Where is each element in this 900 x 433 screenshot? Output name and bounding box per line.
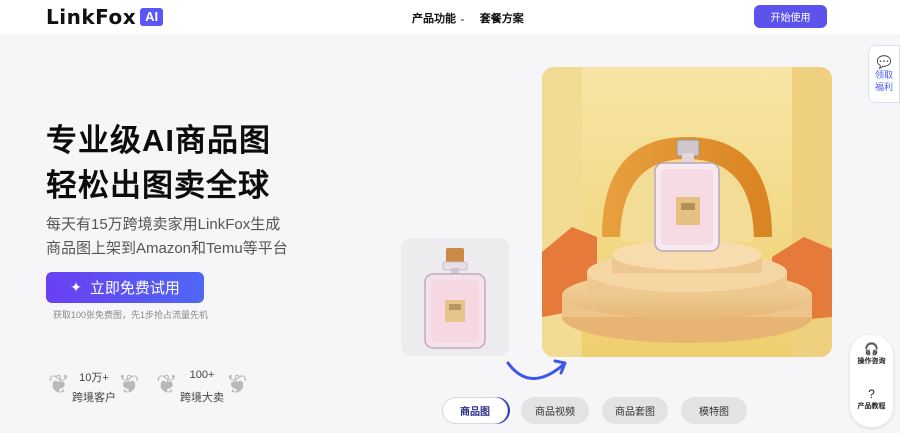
stat-top-sellers: ❦ ❦ 100+ 跨境大卖 (156, 367, 248, 407)
hero-title-line1: 专业级AI商品图 (46, 123, 271, 158)
consult-label: 操作咨询 (857, 358, 886, 365)
sparkle-icon: ✦ (70, 279, 82, 295)
scene-illustration (542, 67, 832, 357)
hero-subtitle-line1: 每天有15万跨境卖家用LinkFox生成 (46, 216, 281, 233)
nav-product-features[interactable]: 产品功能 ⌄ (412, 10, 466, 26)
free-trial-button[interactable]: ✦ 立即免费试用 (46, 272, 204, 303)
top-navbar: LinkFox AI 产品功能 ⌄ 套餐方案 开始使用 (0, 0, 900, 34)
stat-value: 100+ (189, 369, 215, 381)
tab-product-image[interactable]: 商品图 (442, 397, 508, 424)
chat-bubble-icon: 💬 (876, 55, 892, 69)
chevron-down-icon: ⌄ (459, 13, 466, 23)
logo-ai-badge: AI (140, 8, 164, 26)
operation-consult-button[interactable]: 🎧 操作咨询 (850, 342, 893, 366)
help-panel: 🎧 操作咨询 ? 产品教程 (850, 335, 893, 427)
question-icon: ? (868, 387, 875, 401)
tab-product-image-set[interactable]: 商品套图 (602, 397, 668, 424)
hero-subtitle-line2: 商品图上架到Amazon和Temu等平台 (46, 240, 288, 257)
welfare-line2: 福利 (874, 82, 893, 92)
stat-label: 跨境客户 (72, 392, 116, 404)
stat-customers: ❦ ❦ 10万+ 跨境客户 (48, 367, 140, 407)
headset-icon: 🎧 (864, 342, 879, 356)
free-trial-label: 立即免费试用 (89, 280, 180, 297)
logo-text: LinkFox (46, 5, 137, 29)
feature-tabs: 商品图 商品视频 商品套图 模特图 (442, 397, 747, 424)
cta-note: 获取100张免费图，先1步抢占流量先机 (53, 310, 209, 320)
tab-product-video[interactable]: 商品视频 (521, 397, 589, 424)
main-nav: 产品功能 ⌄ 套餐方案 (412, 10, 524, 26)
perfume-bottle-image (424, 248, 486, 349)
start-using-button[interactable]: 开始使用 (754, 5, 827, 28)
nav-pricing[interactable]: 套餐方案 (480, 10, 524, 26)
brand-logo[interactable]: LinkFox AI (46, 5, 164, 29)
claim-welfare-tab[interactable]: 💬 领取 福利 (868, 45, 900, 103)
nav-pricing-label: 套餐方案 (479, 13, 524, 25)
stat-label: 跨境大卖 (180, 392, 224, 404)
generated-product-scene-image (542, 67, 832, 357)
original-product-image (401, 238, 509, 356)
welfare-line1: 领取 (874, 70, 893, 80)
hero-title-line2: 轻松出图卖全球 (46, 168, 270, 203)
product-tutorial-button[interactable]: ? 产品教程 (850, 387, 893, 411)
stat-value: 10万+ (79, 372, 109, 384)
tutorial-label: 产品教程 (857, 403, 886, 410)
curved-arrow-icon (506, 359, 567, 380)
tab-model-image[interactable]: 模特图 (681, 397, 747, 424)
nav-product-features-label: 产品功能 (412, 13, 456, 25)
